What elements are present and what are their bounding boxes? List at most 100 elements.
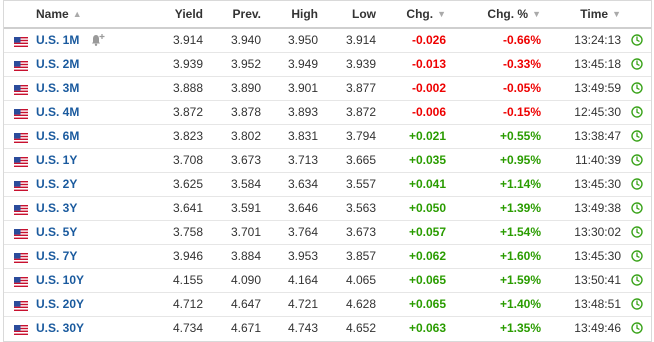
instrument-link[interactable]: U.S. 30Y bbox=[36, 317, 84, 340]
change-value: +0.062 bbox=[408, 249, 446, 263]
instrument-link[interactable]: U.S. 7Y bbox=[36, 245, 77, 268]
instrument-link[interactable]: U.S. 6M bbox=[36, 125, 79, 148]
time-value: 11:40:39 bbox=[575, 153, 621, 167]
instrument-link[interactable]: U.S. 20Y bbox=[36, 293, 84, 316]
col-low-header[interactable]: Low bbox=[352, 1, 376, 28]
high-value: 3.764 bbox=[287, 225, 318, 239]
table-header: Name ▲︎ Yield Prev. High Low Chg. ▼ Chg. %… bbox=[4, 1, 651, 29]
change-pct-value: +1.60% bbox=[499, 249, 541, 263]
instrument-link[interactable]: U.S. 10Y bbox=[36, 269, 84, 292]
time-value: 13:24:13 bbox=[574, 33, 621, 47]
table-row[interactable]: U.S. 6M 3.823 3.802 3.831 3.794 +0.021 +0.55% 1… bbox=[4, 125, 651, 149]
change-pct-value: -0.15% bbox=[502, 105, 541, 119]
col-chgpct-header[interactable]: Chg. % ▼ bbox=[487, 1, 541, 28]
add-alert-icon[interactable] bbox=[90, 33, 106, 47]
us-flag-icon bbox=[14, 132, 28, 143]
table-row[interactable]: U.S. 4M 3.872 3.878 3.893 3.872 -0.006 -0.15% 1… bbox=[4, 101, 651, 125]
table-row[interactable]: U.S. 2M 3.939 3.952 3.949 3.939 -0.013 -0.33% 1… bbox=[4, 53, 651, 77]
high-value: 3.713 bbox=[287, 153, 318, 167]
col-high-header[interactable]: High bbox=[291, 1, 318, 28]
table-row[interactable]: U.S. 20Y 4.712 4.647 4.721 4.628 +0.065 +1.40%… bbox=[4, 293, 651, 317]
table-row[interactable]: U.S. 5Y 3.758 3.701 3.764 3.673 +0.057 +1.54% 1… bbox=[4, 221, 651, 245]
yield-value: 4.712 bbox=[172, 297, 203, 311]
change-pct-value: +1.14% bbox=[499, 177, 541, 191]
time-value: 13:30:02 bbox=[574, 225, 621, 239]
high-value: 3.634 bbox=[287, 177, 318, 191]
us-flag-icon bbox=[14, 204, 28, 215]
yield-value: 3.625 bbox=[172, 177, 203, 191]
low-value: 3.914 bbox=[345, 33, 376, 47]
us-flag-icon bbox=[14, 180, 28, 191]
yield-value: 3.758 bbox=[172, 225, 203, 239]
change-value: -0.026 bbox=[411, 33, 446, 47]
table-row[interactable]: U.S. 1Y 3.708 3.673 3.713 3.665 +0.035 +0.95% 1… bbox=[4, 149, 651, 173]
prev-value: 3.884 bbox=[230, 249, 261, 263]
time-value: 13:38:47 bbox=[574, 129, 621, 143]
sort-icon[interactable]: ▲︎ bbox=[73, 1, 82, 28]
instrument-link[interactable]: U.S. 3Y bbox=[36, 197, 77, 220]
col-name-label: Name bbox=[36, 7, 69, 21]
table-row[interactable]: U.S. 1M 3.914 3.940 3.950 3.914 -0.026 -0.66% 1… bbox=[4, 29, 651, 53]
clock-icon bbox=[631, 250, 643, 262]
prev-value: 3.673 bbox=[230, 153, 261, 167]
col-prev-header[interactable]: Prev. bbox=[233, 1, 261, 28]
change-pct-value: -0.05% bbox=[502, 81, 541, 95]
clock-icon bbox=[631, 226, 643, 238]
instrument-link[interactable]: U.S. 2Y bbox=[36, 173, 77, 196]
change-value: -0.013 bbox=[411, 57, 446, 71]
high-value: 3.901 bbox=[287, 81, 318, 95]
us-flag-icon bbox=[14, 300, 28, 311]
high-value: 4.721 bbox=[287, 297, 318, 311]
col-time-header[interactable]: Time ▼ bbox=[580, 1, 621, 28]
table-row[interactable]: U.S. 3Y 3.641 3.591 3.646 3.563 +0.050 +1.39% 1… bbox=[4, 197, 651, 221]
sort-icon[interactable]: ▼ bbox=[532, 1, 541, 28]
yield-value: 3.823 bbox=[172, 129, 203, 143]
low-value: 3.557 bbox=[345, 177, 376, 191]
table-row[interactable]: U.S. 3M 3.888 3.890 3.901 3.877 -0.002 -0.05% 1… bbox=[4, 77, 651, 101]
high-value: 3.950 bbox=[287, 33, 318, 47]
instrument-link[interactable]: U.S. 4M bbox=[36, 101, 79, 124]
low-value: 3.939 bbox=[345, 57, 376, 71]
time-value: 13:49:59 bbox=[574, 81, 621, 95]
prev-value: 3.584 bbox=[230, 177, 261, 191]
time-value: 13:50:41 bbox=[574, 273, 621, 287]
time-value: 12:45:30 bbox=[574, 105, 621, 119]
low-value: 4.065 bbox=[345, 273, 376, 287]
change-value: +0.050 bbox=[408, 201, 446, 215]
table-row[interactable]: U.S. 30Y 4.734 4.671 4.743 4.652 +0.063 +1.35%… bbox=[4, 317, 651, 341]
us-flag-icon bbox=[14, 276, 28, 287]
col-chgpct-label: Chg. % bbox=[487, 7, 529, 21]
instrument-link[interactable]: U.S. 1M bbox=[36, 29, 79, 52]
us-flag-icon bbox=[14, 60, 28, 71]
col-yield-header[interactable]: Yield bbox=[175, 1, 203, 28]
prev-value: 4.671 bbox=[230, 321, 261, 335]
change-pct-value: -0.66% bbox=[502, 33, 541, 47]
prev-value: 3.952 bbox=[230, 57, 261, 71]
sort-icon[interactable]: ▼ bbox=[612, 1, 621, 28]
yield-value: 3.946 bbox=[172, 249, 203, 263]
clock-icon bbox=[631, 154, 643, 166]
instrument-link[interactable]: U.S. 2M bbox=[36, 53, 79, 76]
prev-value: 3.890 bbox=[230, 81, 261, 95]
high-value: 4.743 bbox=[287, 321, 318, 335]
low-value: 3.857 bbox=[345, 249, 376, 263]
prev-value: 3.878 bbox=[230, 105, 261, 119]
col-name-header[interactable]: Name ▲︎ bbox=[36, 1, 82, 28]
change-value: +0.065 bbox=[408, 273, 446, 287]
col-chg-header[interactable]: Chg. ▼ bbox=[406, 1, 446, 28]
low-value: 4.652 bbox=[345, 321, 376, 335]
table-row[interactable]: U.S. 7Y 3.946 3.884 3.953 3.857 +0.062 +1.60% 1… bbox=[4, 245, 651, 269]
high-value: 3.646 bbox=[287, 201, 318, 215]
bonds-table: Name ▲︎ Yield Prev. High Low Chg. ▼ Chg. %… bbox=[3, 0, 652, 342]
high-value: 3.949 bbox=[287, 57, 318, 71]
table-row[interactable]: U.S. 10Y 4.155 4.090 4.164 4.065 +0.065 +1.59%… bbox=[4, 269, 651, 293]
table-row[interactable]: U.S. 2Y 3.625 3.584 3.634 3.557 +0.041 +1.14% 1… bbox=[4, 173, 651, 197]
time-value: 13:48:51 bbox=[574, 297, 621, 311]
low-value: 3.794 bbox=[345, 129, 376, 143]
high-value: 4.164 bbox=[287, 273, 318, 287]
instrument-link[interactable]: U.S. 1Y bbox=[36, 149, 77, 172]
instrument-link[interactable]: U.S. 3M bbox=[36, 77, 79, 100]
us-flag-icon bbox=[14, 108, 28, 119]
sort-icon[interactable]: ▼ bbox=[437, 1, 446, 28]
instrument-link[interactable]: U.S. 5Y bbox=[36, 221, 77, 244]
